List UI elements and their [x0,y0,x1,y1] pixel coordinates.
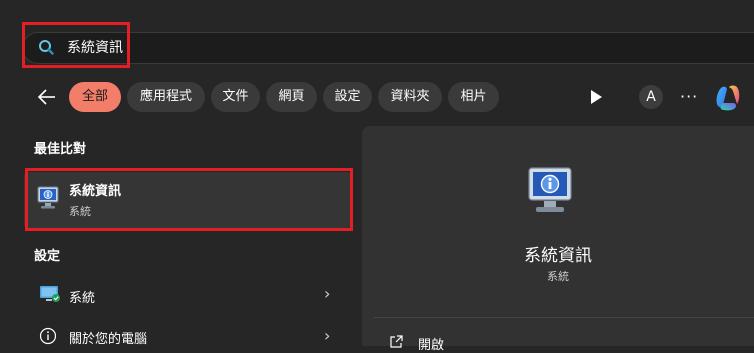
monitor-check-icon [40,286,60,302]
search-box[interactable] [22,32,754,64]
play-icon[interactable] [588,88,604,106]
filter-chip-photos[interactable]: 相片 [448,82,499,112]
filter-chip-apps[interactable]: 應用程式 [127,82,205,112]
detail-subtitle: 系統 [547,270,569,283]
open-external-icon [390,335,403,348]
back-arrow-icon[interactable] [36,86,58,108]
detail-divider [374,317,754,318]
detail-pane [362,126,754,346]
filter-chip-documents[interactable]: 文件 [211,82,260,112]
best-match-highlight-box [25,168,353,231]
chevron-right-icon: › [324,284,331,303]
chevron-right-icon: › [324,326,331,345]
open-action-label: 開啟 [418,338,445,353]
copilot-icon[interactable] [712,82,744,114]
best-match-header: 最佳比對 [34,142,87,157]
filter-chip-web[interactable]: 網頁 [266,82,317,112]
detail-title: 系統資訊 [524,246,592,266]
filter-chip-settings[interactable]: 設定 [323,82,372,112]
settings-item-about-label: 關於您的電腦 [69,332,148,347]
more-options-icon[interactable]: ··· [680,87,702,107]
filter-chip-folders[interactable]: 資料夾 [378,82,442,112]
search-highlight-box [22,22,130,68]
settings-header: 設定 [34,249,61,264]
filter-chip-all[interactable]: 全部 [69,82,121,112]
info-circle-icon [39,327,57,345]
account-avatar[interactable]: A [639,85,663,109]
system-information-large-icon [528,167,572,212]
settings-item-system-label: 系統 [69,291,96,306]
